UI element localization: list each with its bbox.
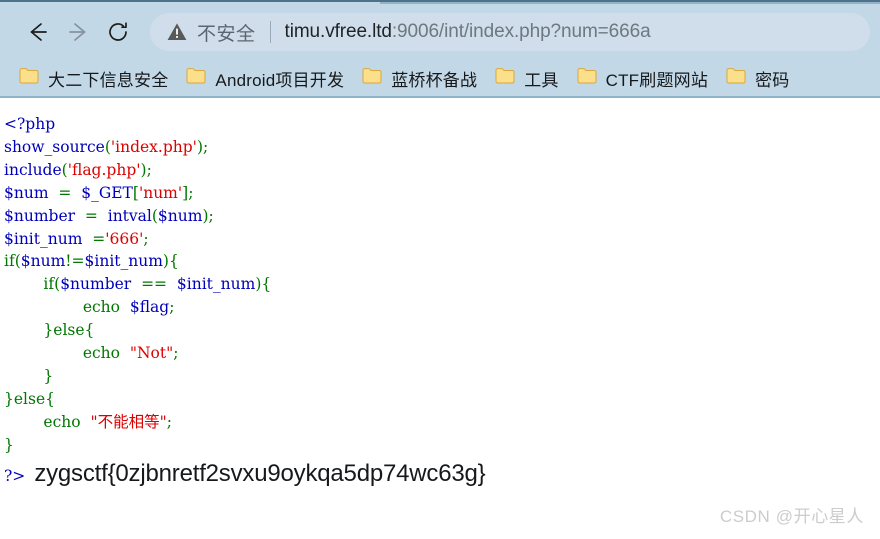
code-token: ; xyxy=(173,344,179,363)
code-token: = xyxy=(82,229,106,248)
code-token: = xyxy=(75,206,108,225)
code-token: } xyxy=(4,366,54,385)
code-token: ; xyxy=(208,206,214,225)
page-content: <?php show_source('index.php'); include(… xyxy=(0,100,880,539)
code-token: $number xyxy=(4,206,76,225)
folder-icon xyxy=(186,67,206,89)
folder-icon xyxy=(19,67,39,89)
arrow-right-icon xyxy=(65,19,91,45)
arrow-left-icon xyxy=(25,19,51,45)
code-token: $num xyxy=(20,252,66,271)
code-token: } xyxy=(4,435,14,454)
bookmark-folder-0[interactable]: 大二下信息安全 xyxy=(10,64,177,93)
code-token: ; xyxy=(146,160,152,179)
folder-icon xyxy=(577,67,597,89)
code-token: $init_num xyxy=(176,275,256,294)
code-token: include xyxy=(4,160,62,179)
folder-icon xyxy=(495,67,515,89)
url-path: :9006/int/index.php?num=666a xyxy=(391,21,651,42)
bookmark-folder-4[interactable]: CTF刷题网站 xyxy=(568,64,717,93)
code-token: $num xyxy=(4,183,49,202)
code-token: $_GET xyxy=(81,183,133,202)
code-token: ; xyxy=(143,229,149,248)
code-token: $init_num xyxy=(84,252,163,271)
bookmark-label: 工具 xyxy=(524,70,559,90)
code-token: $number xyxy=(60,275,132,294)
code-token: ){ xyxy=(162,252,179,271)
code-token: ; xyxy=(203,137,209,156)
code-token: $init_num xyxy=(4,229,83,248)
code-token: = xyxy=(48,183,82,202)
browser-toolbar: 不安全 timu.vfree.ltd:9006/int/index.php?nu… xyxy=(0,4,880,60)
omnibox-divider xyxy=(269,21,271,43)
php-source-listing: <?php show_source('index.php'); include(… xyxy=(0,100,880,457)
bookmark-label: 密码 xyxy=(755,70,790,90)
code-token: ; xyxy=(166,412,172,431)
code-token: if xyxy=(4,275,55,294)
code-token: ; xyxy=(169,298,175,317)
code-token: }else{ xyxy=(4,321,95,340)
flag-output-line: ?> zygsctf{0zjbnretf2svxu9oykqa5dp74wc63… xyxy=(4,460,486,488)
browser-chrome: 不安全 timu.vfree.ltd:9006/int/index.php?nu… xyxy=(0,0,880,98)
reload-icon xyxy=(105,19,131,45)
warning-triangle-icon xyxy=(166,21,188,43)
csdn-watermark: CSDN @开心星人 xyxy=(719,507,864,526)
url-text[interactable]: timu.vfree.ltd:9006/int/index.php?num=66… xyxy=(285,21,854,43)
bookmark-label: CTF刷题网站 xyxy=(605,70,709,90)
code-token: 'flag.php' xyxy=(67,160,141,179)
reload-button[interactable] xyxy=(98,12,138,52)
code-token: echo xyxy=(4,412,91,431)
bookmark-folder-2[interactable]: 蓝桥杯备战 xyxy=(353,64,486,93)
code-token: show_source xyxy=(4,137,105,156)
code-token: '666' xyxy=(105,229,144,248)
code-token: ){ xyxy=(255,275,272,294)
flag-value: zygsctf{0zjbnretf2svxu9oykqa5dp74wc63g} xyxy=(34,460,486,487)
folder-icon xyxy=(726,67,746,89)
bookmark-folder-1[interactable]: Android项目开发 xyxy=(177,64,353,93)
browser-window: 不安全 timu.vfree.ltd:9006/int/index.php?nu… xyxy=(0,0,880,539)
code-token: "Not" xyxy=(129,344,174,363)
code-token: ; xyxy=(188,183,194,202)
folder-icon xyxy=(362,67,382,89)
bookmark-folder-5[interactable]: 密码 xyxy=(717,64,798,93)
bookmark-label: 大二下信息安全 xyxy=(48,70,169,90)
code-token: 'num' xyxy=(138,183,183,202)
bookmark-folder-3[interactable]: 工具 xyxy=(486,64,567,93)
code-token: "不能相等" xyxy=(90,412,167,431)
code-token: <?php xyxy=(4,115,56,133)
forward-button[interactable] xyxy=(58,12,98,52)
code-token: intval xyxy=(107,206,152,225)
bookmark-label: 蓝桥杯备战 xyxy=(391,70,478,90)
security-status-label: 不安全 xyxy=(197,23,256,45)
back-button[interactable] xyxy=(18,12,58,52)
code-token: }else{ xyxy=(4,389,55,408)
php-close-tag: ?> xyxy=(4,467,26,485)
code-token: == xyxy=(131,275,177,294)
bookmarks-bar: 大二下信息安全 Android项目开发 蓝桥杯备战 工具 CTF刷题网站 密码 xyxy=(0,60,880,98)
code-token: echo xyxy=(4,344,130,363)
code-token: echo xyxy=(4,298,130,317)
code-token: 'index.php' xyxy=(110,137,197,156)
address-bar[interactable]: 不安全 timu.vfree.ltd:9006/int/index.php?nu… xyxy=(150,13,870,51)
url-host: timu.vfree.ltd xyxy=(284,21,392,42)
code-token: != xyxy=(65,252,85,271)
code-token: $flag xyxy=(129,298,170,317)
code-token: $num xyxy=(157,206,203,225)
bookmark-label: Android项目开发 xyxy=(215,70,345,90)
code-token: if xyxy=(4,252,15,271)
